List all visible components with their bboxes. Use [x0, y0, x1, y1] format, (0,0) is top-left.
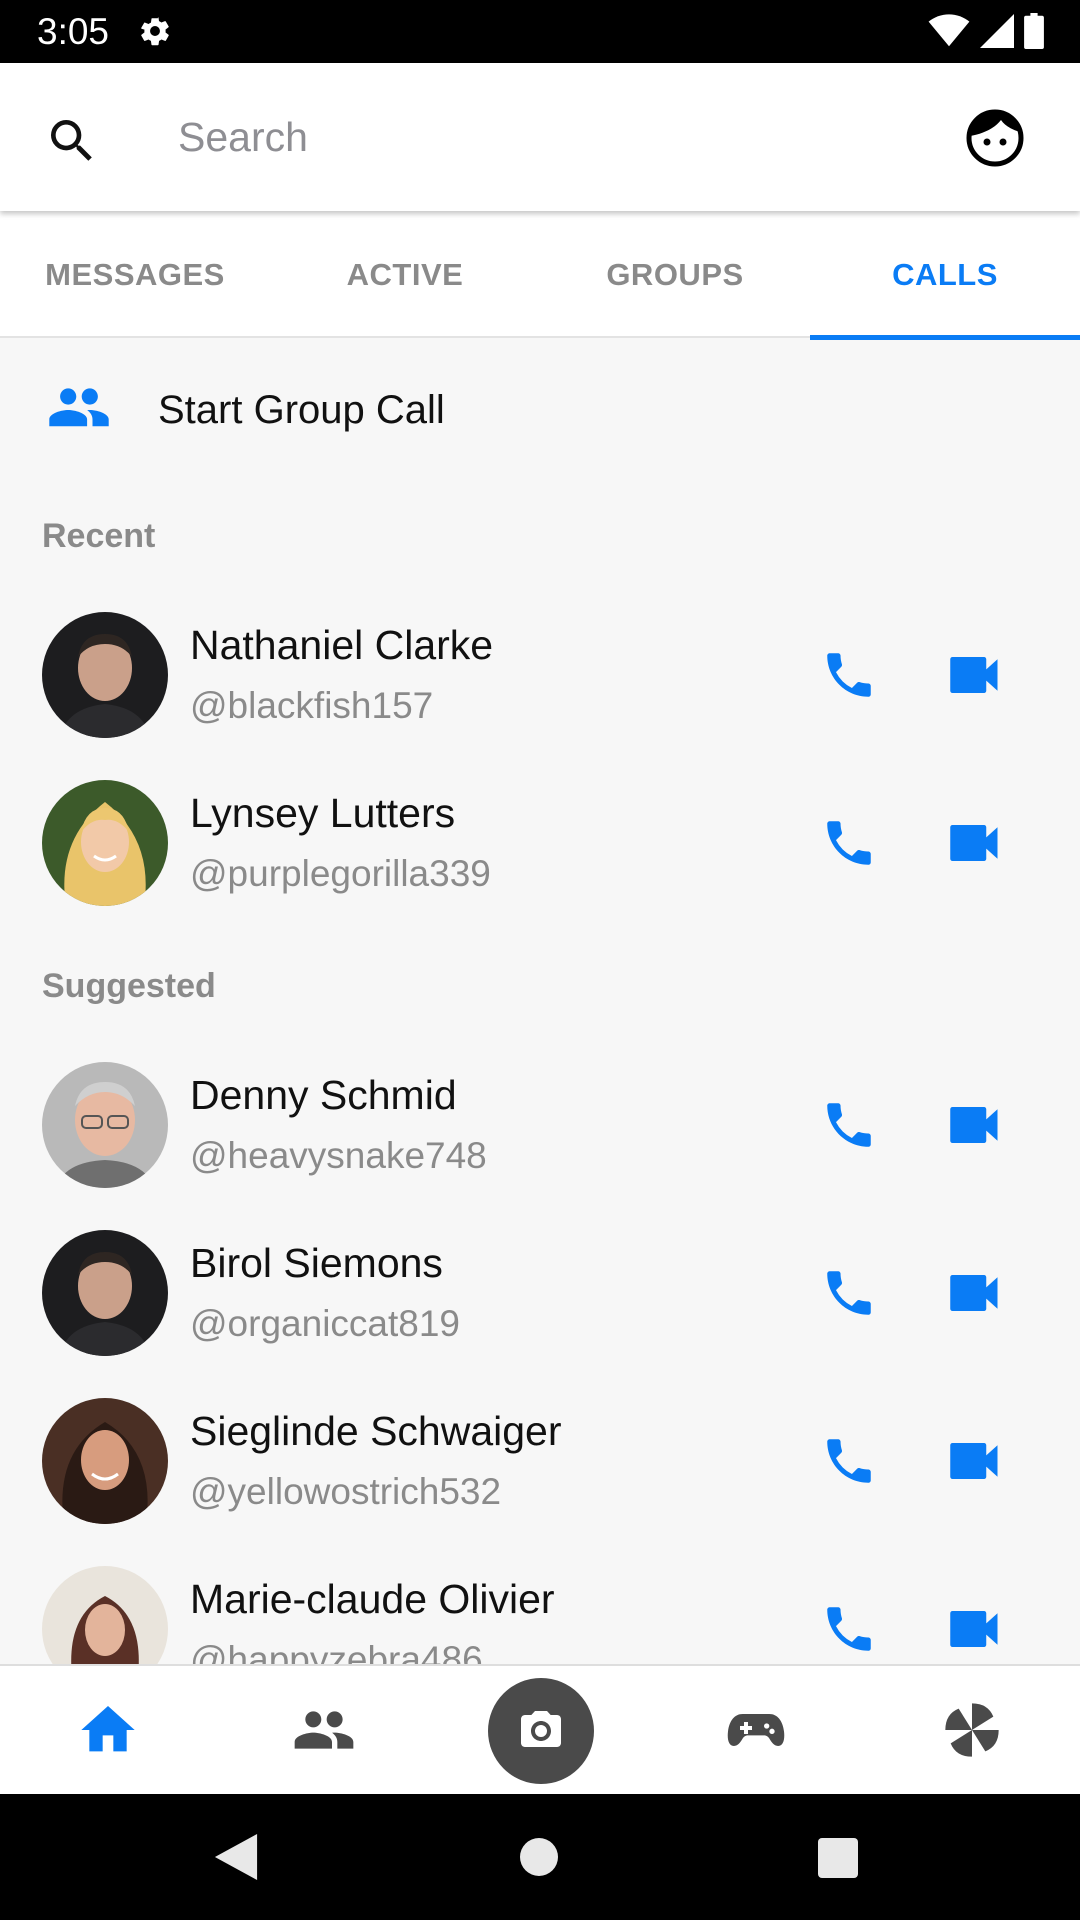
battery-icon [1024, 13, 1044, 49]
contact-name: Lynsey Lutters [190, 790, 456, 836]
search-bar [0, 63, 1080, 211]
tab-bar: MESSAGES ACTIVE GROUPS CALLS [0, 211, 1080, 340]
contact-handle: @heavysnake748 [190, 1135, 487, 1176]
contact-handle: @yellowostrich532 [190, 1471, 502, 1512]
phone-call-icon[interactable] [820, 1264, 878, 1322]
tab-active[interactable]: ACTIVE [270, 211, 540, 338]
tab-messages[interactable]: MESSAGES [0, 211, 270, 338]
contact-handle: @happyzebra486 [190, 1639, 483, 1664]
cellular-icon [980, 14, 1014, 48]
profile-face-icon[interactable] [965, 108, 1025, 168]
phone-call-icon[interactable] [820, 814, 878, 872]
phone-call-icon[interactable] [820, 646, 878, 704]
video-call-icon[interactable] [948, 1436, 1002, 1486]
gear-icon [141, 17, 169, 46]
home-circle-icon[interactable] [520, 1838, 558, 1876]
search-icon[interactable] [44, 113, 100, 169]
contact-handle: @organiccat819 [190, 1303, 461, 1344]
start-group-call-label: Start Group Call [158, 388, 445, 432]
back-icon[interactable] [214, 1834, 258, 1880]
phone-call-icon[interactable] [820, 1432, 878, 1490]
video-call-icon[interactable] [948, 1100, 1002, 1150]
phone-call-icon[interactable] [820, 1600, 878, 1658]
tab-calls[interactable]: CALLS [810, 211, 1080, 340]
camera-icon [521, 1711, 561, 1747]
contact-name: Denny Schmid [190, 1072, 457, 1118]
system-nav-bar [0, 1794, 1080, 1920]
contact-row[interactable]: Nathaniel Clarke @blackfish157 [0, 590, 1080, 758]
home-icon[interactable] [76, 1698, 140, 1762]
video-call-icon[interactable] [948, 1268, 1002, 1318]
gamepad-icon[interactable] [724, 1698, 788, 1762]
group-people-icon [49, 388, 109, 427]
contact-name: Nathaniel Clarke [190, 622, 494, 668]
avatar [42, 780, 168, 906]
contact-row[interactable]: Birol Siemons @organiccat819 [0, 1208, 1080, 1376]
contact-name: Sieglinde Schwaiger [190, 1408, 562, 1454]
video-call-icon[interactable] [948, 650, 1002, 700]
section-suggested: Suggested [42, 967, 216, 1005]
contact-row[interactable]: Denny Schmid @heavysnake748 [0, 1040, 1080, 1208]
video-call-icon[interactable] [948, 1604, 1002, 1654]
contact-handle: @blackfish157 [190, 685, 434, 726]
calls-list: Recent Nathaniel Clarke @blackfish157 Ly… [0, 480, 1080, 1664]
contact-name: Birol Siemons [190, 1240, 443, 1286]
wifi-icon [928, 14, 970, 47]
contact-row[interactable]: Sieglinde Schwaiger @yellowostrich532 [0, 1376, 1080, 1544]
bottom-nav [0, 1664, 1080, 1794]
status-bar: 3:05 [0, 0, 1080, 63]
avatar [42, 1398, 168, 1524]
section-recent: Recent [42, 517, 156, 555]
avatar [42, 612, 168, 738]
tab-groups[interactable]: GROUPS [540, 211, 810, 338]
contact-handle: @purplegorilla339 [190, 853, 491, 894]
recents-icon[interactable] [818, 1838, 858, 1878]
camera-button[interactable] [488, 1678, 594, 1784]
avatar [42, 1062, 168, 1188]
contact-row[interactable]: Lynsey Lutters @purplegorilla339 [0, 758, 1080, 926]
start-group-call-row[interactable]: Start Group Call [0, 340, 1080, 480]
avatar [42, 1566, 168, 1664]
avatar [42, 1230, 168, 1356]
contact-name: Marie-claude Olivier [190, 1576, 555, 1622]
phone-call-icon[interactable] [820, 1096, 878, 1154]
video-call-icon[interactable] [948, 818, 1002, 868]
contact-row[interactable]: Marie-claude Olivier @happyzebra486 [0, 1544, 1080, 1664]
status-time: 3:05 [37, 11, 110, 52]
people-icon[interactable] [292, 1698, 356, 1762]
search-input[interactable] [178, 103, 878, 171]
discover-icon[interactable] [940, 1698, 1004, 1762]
